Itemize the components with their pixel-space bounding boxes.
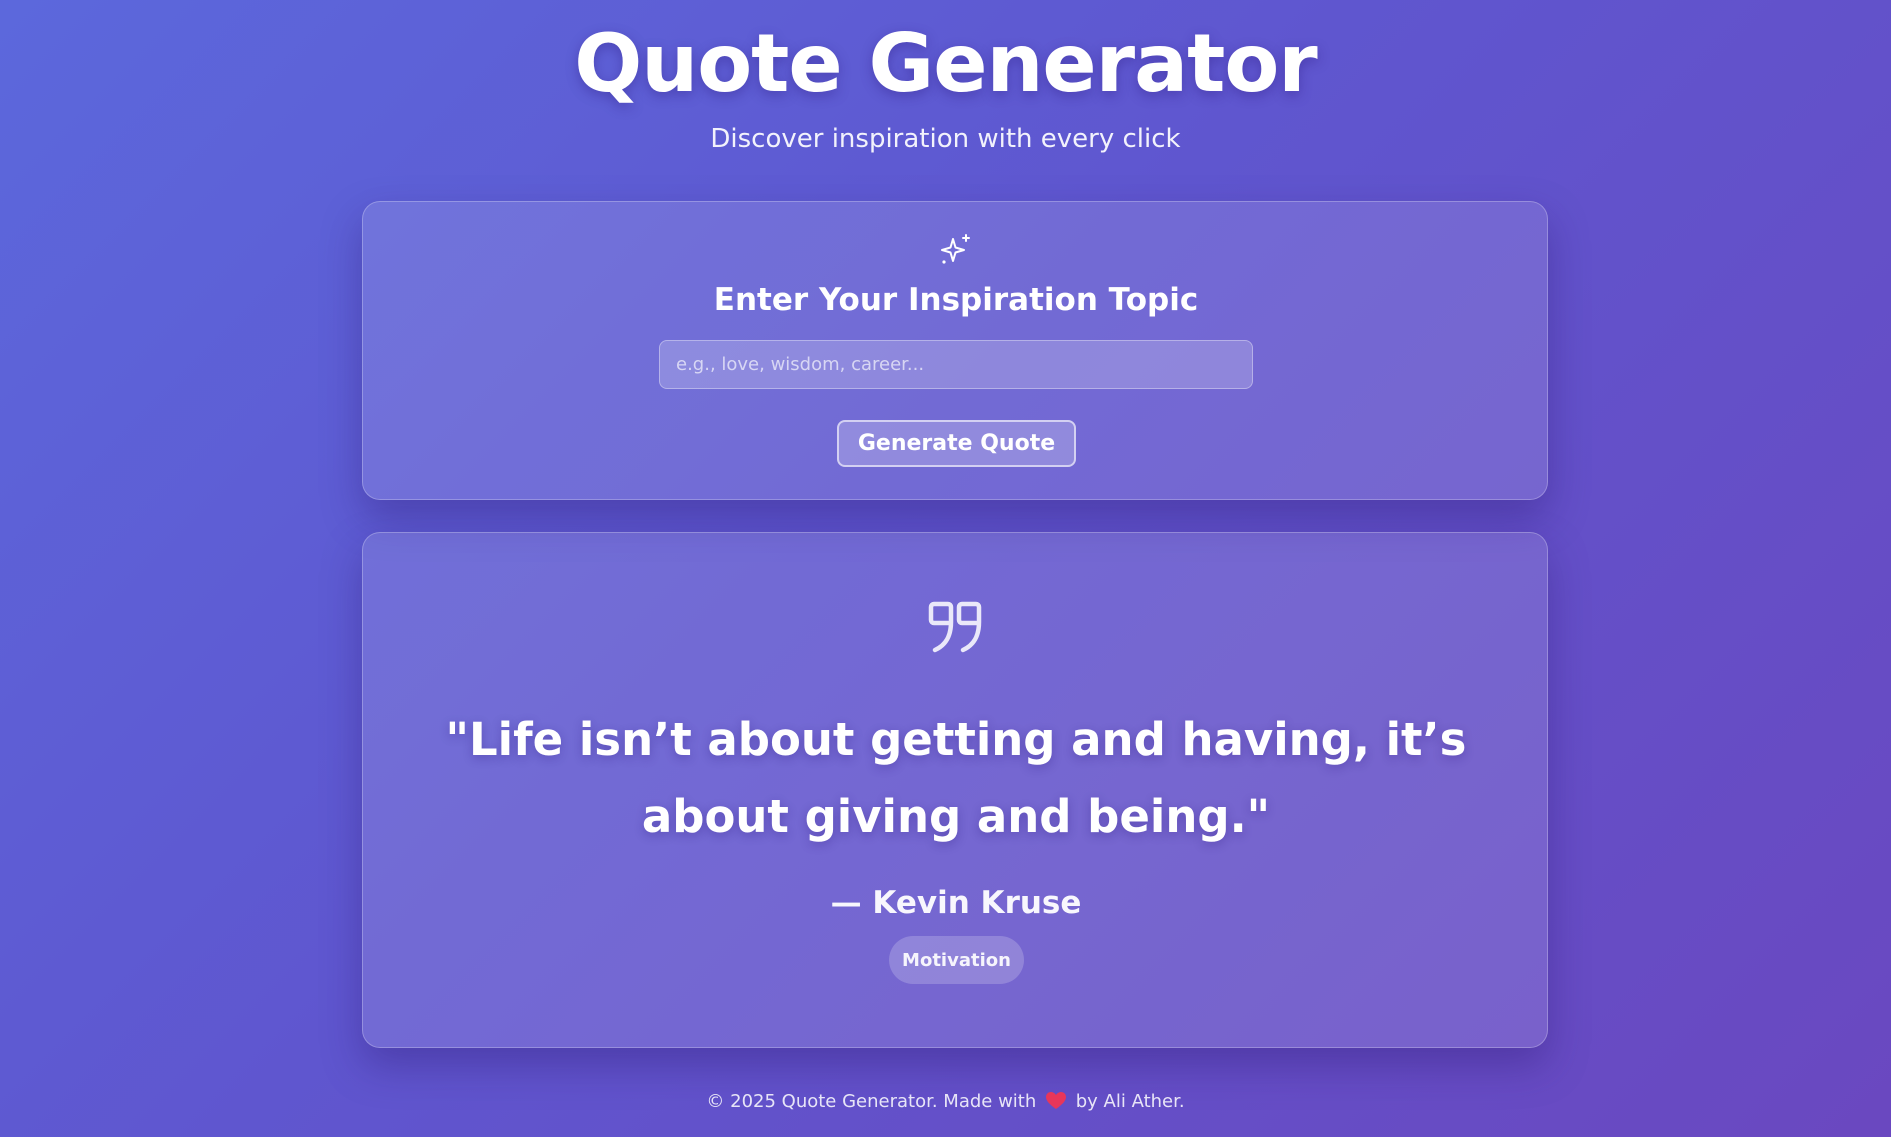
- quote-text: "Life isn’t about getting and having, it…: [445, 713, 1467, 843]
- quote-card: "Life isn’t about getting and having, it…: [362, 532, 1548, 1048]
- page-title: Quote Generator: [574, 17, 1318, 110]
- page-subtitle: Discover inspiration with every click: [710, 124, 1181, 154]
- footer: © 2025 Quote Generator. Made with by Ali…: [0, 1091, 1891, 1112]
- quote-icon: [928, 601, 982, 653]
- topic-input-card: Enter Your Inspiration Topic Generate Qu…: [362, 201, 1548, 500]
- heart-icon: [1046, 1092, 1067, 1109]
- page: Quote Generator Discover inspiration wit…: [0, 0, 1891, 1137]
- category-badge: Motivation: [889, 936, 1024, 984]
- footer-prefix: © 2025 Quote Generator. Made with: [706, 1091, 1037, 1112]
- footer-suffix: by Ali Ather.: [1075, 1091, 1185, 1112]
- quote-author: — Kevin Kruse: [830, 885, 1082, 921]
- topic-heading: Enter Your Inspiration Topic: [713, 282, 1199, 318]
- sparkle-icon: [941, 234, 970, 264]
- generate-quote-button[interactable]: Generate Quote: [837, 420, 1076, 467]
- topic-input[interactable]: [659, 340, 1253, 389]
